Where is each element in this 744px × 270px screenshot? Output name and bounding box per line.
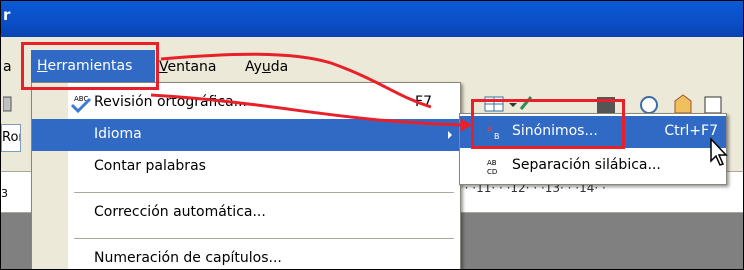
screenshot-frame: r a Ventana Ayuda Herramientas Ror 3 · ·… xyxy=(0,0,744,270)
annotation-arrows xyxy=(150,52,472,132)
mouse-pointer-icon xyxy=(710,137,728,166)
